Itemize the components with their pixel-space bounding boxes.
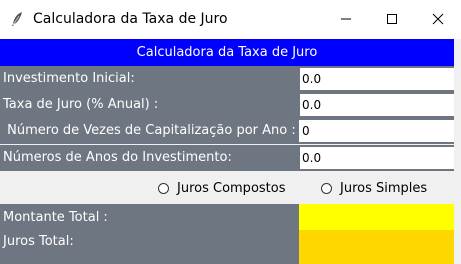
window-edge	[454, 39, 461, 264]
taxa-field-frame	[299, 92, 454, 118]
juros-simples-radio[interactable]: Juros Simples	[321, 179, 427, 197]
investimento-input[interactable]	[300, 68, 454, 90]
juros-label: Juros Total:	[0, 230, 299, 264]
close-button[interactable]	[415, 0, 461, 39]
juros-output	[299, 230, 454, 264]
maximize-icon	[386, 10, 398, 29]
anos-field-frame	[299, 145, 454, 171]
investimento-field-frame	[299, 66, 454, 92]
taxa-label: Taxa de Juro (% Anual) :	[0, 92, 299, 118]
radio-circle-icon	[321, 182, 332, 194]
maximize-button[interactable]	[369, 0, 415, 39]
radio-circle-icon	[158, 182, 169, 194]
investimento-label: Investimento Inicial:	[0, 66, 299, 92]
juros-row: Juros Total:	[0, 230, 454, 264]
app-header: Calculadora da Taxa de Juro	[0, 39, 454, 66]
minimize-button[interactable]	[323, 0, 369, 39]
capitalizacao-label: Número de Vezes de Capitalização por Ano…	[0, 118, 299, 144]
montante-label: Montante Total :	[0, 204, 299, 230]
window-title: Calculadora da Taxa de Juro	[33, 11, 228, 27]
juros-compostos-radio[interactable]: Juros Compostos	[158, 179, 286, 197]
capitalizacao-field-frame	[299, 118, 454, 144]
taxa-input[interactable]	[300, 94, 454, 116]
montante-output	[299, 204, 454, 230]
capitalizacao-row: Número de Vezes de Capitalização por Ano…	[0, 118, 454, 144]
investimento-row: Investimento Inicial:	[0, 66, 454, 92]
minimize-icon	[340, 10, 352, 29]
montante-row: Montante Total :	[0, 204, 454, 230]
anos-input[interactable]	[300, 147, 454, 169]
title-bar[interactable]: Calculadora da Taxa de Juro	[0, 0, 461, 39]
anos-row: Números de Anos do Investimento:	[0, 145, 454, 171]
feather-icon	[10, 11, 24, 27]
anos-label: Números de Anos do Investimento:	[0, 145, 299, 171]
taxa-row: Taxa de Juro (% Anual) :	[0, 92, 454, 118]
close-icon	[432, 10, 444, 29]
juros-simples-label: Juros Simples	[340, 180, 428, 196]
interest-type-group: Juros Compostos Juros Simples	[0, 171, 454, 204]
juros-compostos-label: Juros Compostos	[177, 180, 286, 196]
capitalizacao-input[interactable]	[299, 120, 454, 142]
